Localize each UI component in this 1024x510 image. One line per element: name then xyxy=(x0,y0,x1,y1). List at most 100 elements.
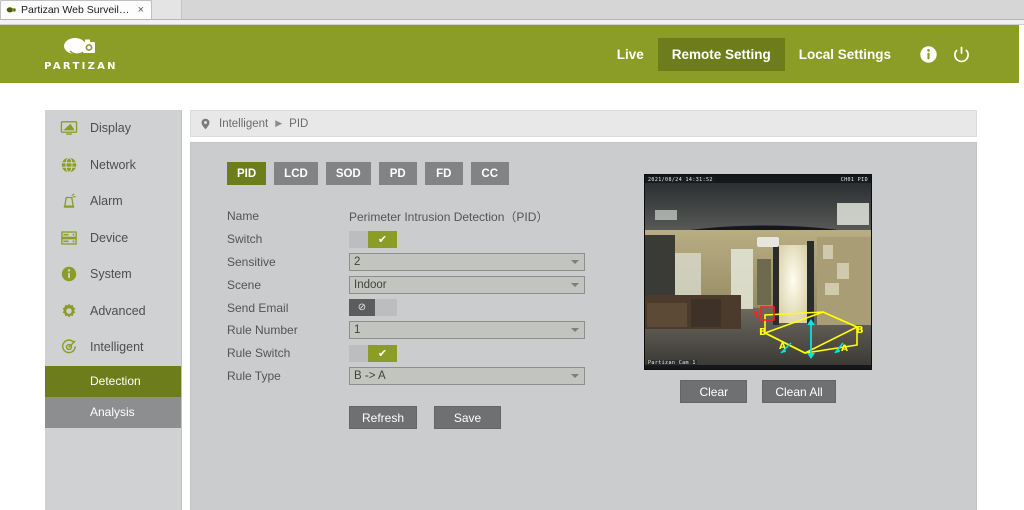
new-tab-button[interactable] xyxy=(152,0,182,19)
sidebar-item-label: System xyxy=(90,267,132,282)
rule-number-value: 1 xyxy=(354,324,361,337)
sidebar-item-label: Display xyxy=(90,121,131,136)
sidebar-item-label: Device xyxy=(90,230,129,245)
sidebar-subitem-label: Analysis xyxy=(90,405,135,419)
scene-value: Indoor xyxy=(354,278,387,291)
sidebar-item-intelligent[interactable]: Intelligent xyxy=(45,329,181,366)
nav-item-remote-setting[interactable]: Remote Setting xyxy=(657,37,785,71)
tab-fd[interactable]: FD xyxy=(424,162,463,185)
info-circle-icon[interactable] xyxy=(919,45,938,64)
sidebar-item-analysis[interactable]: Analysis xyxy=(45,396,181,428)
target-intelligent-icon xyxy=(59,338,78,357)
chevron-down-icon xyxy=(571,282,579,287)
video-preview[interactable]: 1 B B A A 2021/08/24 14:31:52 CH01 PID P… xyxy=(644,174,872,370)
breadcrumb-current: PID xyxy=(289,117,309,130)
name-label: Name xyxy=(227,209,260,224)
check-icon: ✔ xyxy=(368,344,397,362)
clear-button[interactable]: Clear xyxy=(680,380,748,403)
main-nav: Live Remote Setting Local Settings xyxy=(603,25,971,83)
partizan-logo-icon xyxy=(6,5,17,16)
settings-panel: PID LCD SOD PD FD CC Name Perimeter Intr… xyxy=(190,142,977,510)
form-row-sensitive: Sensitive 2 xyxy=(227,251,617,274)
form-actions: Refresh Save xyxy=(349,406,617,430)
switch-label: Switch xyxy=(227,232,263,247)
tab-strip-empty xyxy=(182,0,1024,19)
name-value: Perimeter Intrusion Detection（PID） xyxy=(349,209,549,224)
chevron-down-icon xyxy=(571,259,579,264)
app-header: PARTIZAN Live Remote Setting Local Setti… xyxy=(0,25,1019,83)
sidebar-item-advanced[interactable]: Advanced xyxy=(45,293,181,330)
app-window: PARTIZAN Live Remote Setting Local Setti… xyxy=(0,25,1024,510)
clean-all-button[interactable]: Clean All xyxy=(762,380,836,403)
camera-logo-icon xyxy=(61,37,101,59)
form-row-rule-number: Rule Number 1 xyxy=(227,319,617,342)
send-email-toggle[interactable]: ⊘ xyxy=(349,299,397,317)
sidebar-item-label: Advanced xyxy=(90,303,146,318)
sidebar-item-display[interactable]: Display xyxy=(45,110,181,147)
svg-text:1: 1 xyxy=(753,311,759,321)
info-circle-icon xyxy=(59,265,78,284)
breadcrumb: Intelligent ▶ PID xyxy=(190,110,977,137)
rule-type-value: B -> A xyxy=(354,369,386,382)
sidebar-item-label: Intelligent xyxy=(90,340,144,355)
form-row-rule-type: Rule Type B -> A xyxy=(227,365,617,388)
chevron-right-icon: ▶ xyxy=(275,118,283,128)
rule-type-label: Rule Type xyxy=(227,368,281,383)
nav-item-local-settings[interactable]: Local Settings xyxy=(785,38,905,71)
globe-network-icon xyxy=(59,155,78,174)
tab-sod[interactable]: SOD xyxy=(325,162,371,185)
tab-lcd[interactable]: LCD xyxy=(274,162,318,185)
breadcrumb-root[interactable]: Intelligent xyxy=(219,118,268,130)
form-row-send-email: Send Email ⊘ xyxy=(227,296,617,319)
sidebar-item-network[interactable]: Network xyxy=(45,147,181,184)
preview-actions: Clear Clean All xyxy=(644,380,872,403)
form-row-rule-switch: Rule Switch ✔ xyxy=(227,342,617,365)
close-icon[interactable]: × xyxy=(135,4,147,16)
svg-text:B: B xyxy=(856,325,864,336)
sidebar-item-device[interactable]: Device xyxy=(45,220,181,257)
refresh-button[interactable]: Refresh xyxy=(349,406,418,430)
tab-pid[interactable]: PID xyxy=(227,162,267,185)
nav-item-live[interactable]: Live xyxy=(603,38,658,71)
power-icon[interactable] xyxy=(952,45,971,64)
browser-tab-title: Partizan Web Surveillance xyxy=(21,4,131,16)
svg-text:B: B xyxy=(759,327,767,338)
rule-type-select[interactable]: B -> A xyxy=(349,366,585,385)
rule-switch-toggle[interactable]: ✔ xyxy=(349,344,397,362)
form-row-name: Name Perimeter Intrusion Detection（PID） xyxy=(227,205,617,228)
toggle-track-off xyxy=(375,299,397,317)
osd-channel: CH01 PID xyxy=(839,177,869,183)
main-content: Intelligent ▶ PID PID LCD SOD PD FD CC N… xyxy=(190,110,977,510)
sidebar-item-system[interactable]: System xyxy=(45,256,181,293)
location-pin-icon xyxy=(200,117,212,130)
osd-timestamp: 2021/08/24 14:31:52 xyxy=(647,177,714,183)
sensitive-select[interactable]: 2 xyxy=(349,252,585,271)
sidebar-item-label: Network xyxy=(90,157,136,172)
app-body: Display Network Alarm Device System Adva… xyxy=(0,83,1019,510)
rule-number-select[interactable]: 1 xyxy=(349,321,585,340)
rule-number-label: Rule Number xyxy=(227,323,298,338)
scene-label: Scene xyxy=(227,277,262,292)
sidebar-subitem-label: Detection xyxy=(90,374,141,388)
tab-pd[interactable]: PD xyxy=(378,162,417,185)
check-icon: ✔ xyxy=(368,230,397,248)
save-button[interactable]: Save xyxy=(434,406,502,430)
sidebar-item-label: Alarm xyxy=(90,194,123,209)
tab-cc[interactable]: CC xyxy=(470,162,509,185)
server-device-icon xyxy=(59,228,78,247)
scene-select[interactable]: Indoor xyxy=(349,275,585,294)
sensitive-label: Sensitive xyxy=(227,254,276,269)
gear-icon xyxy=(59,301,78,320)
osd-camera-name: Partizan Cam 1 xyxy=(647,360,697,366)
send-email-label: Send Email xyxy=(227,300,289,315)
sidebar-item-alarm[interactable]: Alarm xyxy=(45,183,181,220)
browser-tab[interactable]: Partizan Web Surveillance × xyxy=(0,0,152,19)
prohibited-icon: ⊘ xyxy=(349,299,375,317)
svg-text:A: A xyxy=(841,344,848,354)
sidebar: Display Network Alarm Device System Adva… xyxy=(45,110,182,510)
alarm-bell-icon xyxy=(59,192,78,211)
switch-toggle[interactable]: ✔ xyxy=(349,230,397,248)
brand-logo[interactable]: PARTIZAN xyxy=(36,32,126,76)
chevron-down-icon xyxy=(571,328,579,333)
sidebar-item-detection[interactable]: Detection xyxy=(45,365,181,397)
